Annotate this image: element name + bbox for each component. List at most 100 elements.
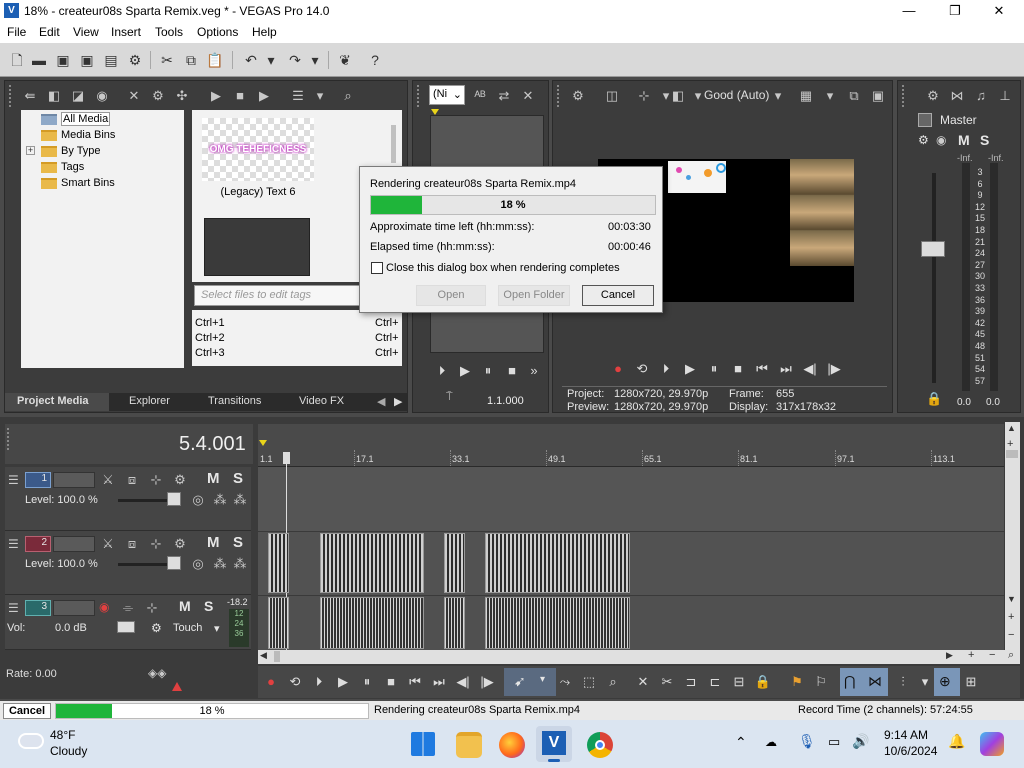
stop-icon[interactable]: ■ bbox=[729, 360, 747, 378]
mute-button[interactable]: M bbox=[207, 534, 220, 551]
grid-overlay-icon[interactable]: ▦ bbox=[797, 87, 815, 105]
zoom-out-vertical-icon[interactable]: − bbox=[1008, 629, 1014, 641]
trim-end-icon[interactable]: ⊏ bbox=[706, 673, 724, 691]
video-clip[interactable] bbox=[268, 533, 289, 593]
audio-clip[interactable] bbox=[268, 597, 289, 649]
weather-condition[interactable]: Cloudy bbox=[50, 744, 87, 758]
track-fx-icon[interactable]: ⚙ bbox=[171, 471, 189, 489]
track-name-field[interactable] bbox=[53, 536, 95, 552]
tree-item-smart-bins[interactable]: Smart Bins bbox=[41, 177, 115, 189]
zoom-in-icon[interactable]: + bbox=[1007, 438, 1013, 450]
tab-video-fx[interactable]: Video FX bbox=[299, 395, 344, 407]
media-thumbnail[interactable]: OMG TEHEFICNESS bbox=[202, 118, 314, 181]
master-mute-button[interactable]: M bbox=[958, 132, 970, 148]
new-file-icon[interactable]: 🗋 bbox=[8, 51, 26, 69]
save-as-icon[interactable]: ▣ bbox=[78, 51, 96, 69]
split-view-icon[interactable]: ◧ bbox=[669, 87, 687, 105]
next-frame-icon[interactable]: |▶ bbox=[478, 673, 496, 691]
compositing-mode-icon[interactable]: ⚔ bbox=[99, 471, 117, 489]
go-to-start-icon[interactable]: ⏮ bbox=[753, 360, 771, 378]
snapping-magnet-icon[interactable]: ⋂ bbox=[844, 673, 855, 690]
motion-blur-icon[interactable]: ◎ bbox=[189, 491, 207, 509]
track-motion-icon[interactable]: ⧈ bbox=[123, 535, 141, 553]
stop-icon[interactable]: ■ bbox=[382, 673, 400, 691]
tree-item-by-type[interactable]: By Type bbox=[41, 145, 101, 157]
auto-crossfade-icon[interactable]: ⋈ bbox=[868, 673, 882, 690]
search-icon[interactable]: ⌕ bbox=[339, 87, 357, 105]
help-icon[interactable]: ? bbox=[366, 51, 384, 69]
ripple-icon[interactable]: ⫶ bbox=[894, 673, 912, 691]
pause-icon[interactable]: ⏸ bbox=[479, 362, 497, 380]
track-number[interactable]: 1 bbox=[25, 472, 51, 488]
zoom-tool-icon[interactable]: ⌕ bbox=[604, 673, 622, 691]
audio-clip[interactable] bbox=[320, 597, 424, 649]
track-number[interactable]: 3 bbox=[25, 600, 51, 616]
import-media-icon[interactable]: ⇚ bbox=[21, 87, 39, 105]
save-snapshot-icon[interactable]: ▣ bbox=[869, 87, 887, 105]
track-lane-1[interactable] bbox=[258, 467, 1004, 531]
play-icon[interactable]: ▶ bbox=[334, 673, 352, 691]
stop-icon[interactable]: ■ bbox=[231, 87, 249, 105]
views-icon[interactable]: ☰ bbox=[289, 87, 307, 105]
menu-insert[interactable]: Insert bbox=[111, 25, 141, 39]
zoom-in-vertical-icon[interactable]: + bbox=[1008, 611, 1014, 623]
solo-button[interactable]: S bbox=[233, 470, 243, 487]
clear-icon[interactable]: ✕ bbox=[519, 87, 537, 105]
solo-button[interactable]: S bbox=[233, 534, 243, 551]
views-dropdown-icon[interactable]: ▾ bbox=[311, 87, 329, 105]
composite-child-icon[interactable]: ⁂ bbox=[211, 555, 229, 573]
get-media-icon[interactable]: ◪ bbox=[69, 87, 87, 105]
loop-icon[interactable]: » bbox=[525, 362, 543, 380]
ignore-grouping-icon[interactable]: ⊞ bbox=[962, 673, 980, 691]
fx-bypass-icon[interactable]: ⁂ bbox=[231, 491, 249, 509]
video-clip[interactable] bbox=[320, 533, 424, 593]
zoom-out-horizontal-icon[interactable]: − bbox=[989, 649, 995, 661]
parent-track-icon[interactable]: ⊹ bbox=[147, 535, 165, 553]
mute-button[interactable]: M bbox=[207, 470, 220, 487]
play-icon[interactable]: ▶ bbox=[456, 362, 474, 380]
cloud-offline-icon[interactable]: ☁ bbox=[765, 735, 777, 749]
properties-gear-icon[interactable]: ⚙ bbox=[126, 51, 144, 69]
playhead-handle[interactable] bbox=[283, 452, 290, 464]
prev-frame-icon[interactable]: ◀| bbox=[454, 673, 472, 691]
downmix-icon[interactable]: ♫ bbox=[972, 87, 990, 105]
track-name-field[interactable] bbox=[53, 600, 95, 616]
scroll-up-icon[interactable]: ▲ bbox=[1007, 423, 1016, 433]
minimize-button[interactable]: — bbox=[886, 0, 932, 23]
prev-frame-icon[interactable]: ◀| bbox=[801, 360, 819, 378]
web-icon[interactable]: ◉ bbox=[93, 87, 111, 105]
master-settings-icon[interactable]: ⚙ bbox=[924, 87, 942, 105]
tree-item-all-media[interactable]: All Media bbox=[41, 112, 111, 126]
cloud-icon[interactable] bbox=[18, 733, 44, 749]
tab-scroll-left-icon[interactable]: ◀ bbox=[377, 395, 385, 408]
copy-icon[interactable]: ⧉ bbox=[182, 51, 200, 69]
level-slider-handle[interactable] bbox=[167, 492, 181, 506]
ripple-dropdown-icon[interactable]: ▾ bbox=[916, 673, 934, 691]
lock-icon[interactable]: 🔒 bbox=[754, 673, 772, 691]
scroll-thumb[interactable] bbox=[1006, 450, 1018, 458]
vegas-taskbar-active[interactable]: V bbox=[536, 726, 572, 762]
zoom-tool-icon[interactable]: ⌕ bbox=[1008, 649, 1014, 662]
loop-playback-icon[interactable]: ⟲ bbox=[286, 673, 304, 691]
pause-icon[interactable]: ⏸ bbox=[705, 360, 723, 378]
audio-clip[interactable] bbox=[444, 597, 465, 649]
automation-mode[interactable]: Touch bbox=[173, 622, 202, 634]
go-to-end-icon[interactable]: ⏭ bbox=[777, 360, 795, 378]
render-icon[interactable]: ▤ bbox=[102, 51, 120, 69]
microphone-icon[interactable]: 🎙 bbox=[798, 733, 816, 750]
start-windows-icon[interactable] bbox=[411, 732, 435, 756]
trimmer-dropdown[interactable]: (Ni ⌄ bbox=[429, 85, 465, 105]
pause-icon[interactable]: ⏸ bbox=[358, 673, 376, 691]
audio-clip[interactable] bbox=[485, 597, 630, 649]
tree-item-tags[interactable]: Tags bbox=[41, 161, 84, 173]
mute-button[interactable]: M bbox=[179, 598, 191, 614]
chrome-icon[interactable] bbox=[587, 732, 613, 758]
go-to-start-icon[interactable]: ⏮ bbox=[406, 673, 424, 691]
lock-envelopes-icon[interactable]: ⊕ bbox=[939, 673, 951, 690]
open-button[interactable]: Open bbox=[416, 285, 486, 306]
trim-icon[interactable]: ✂ bbox=[658, 673, 676, 691]
tree-item-media-bins[interactable]: Media Bins bbox=[41, 129, 115, 141]
video-clip[interactable] bbox=[485, 533, 630, 593]
horizontal-scrollbar[interactable]: ◀ ▶ + − ⌕ bbox=[258, 649, 1020, 664]
play-icon[interactable]: ▶ bbox=[207, 87, 225, 105]
